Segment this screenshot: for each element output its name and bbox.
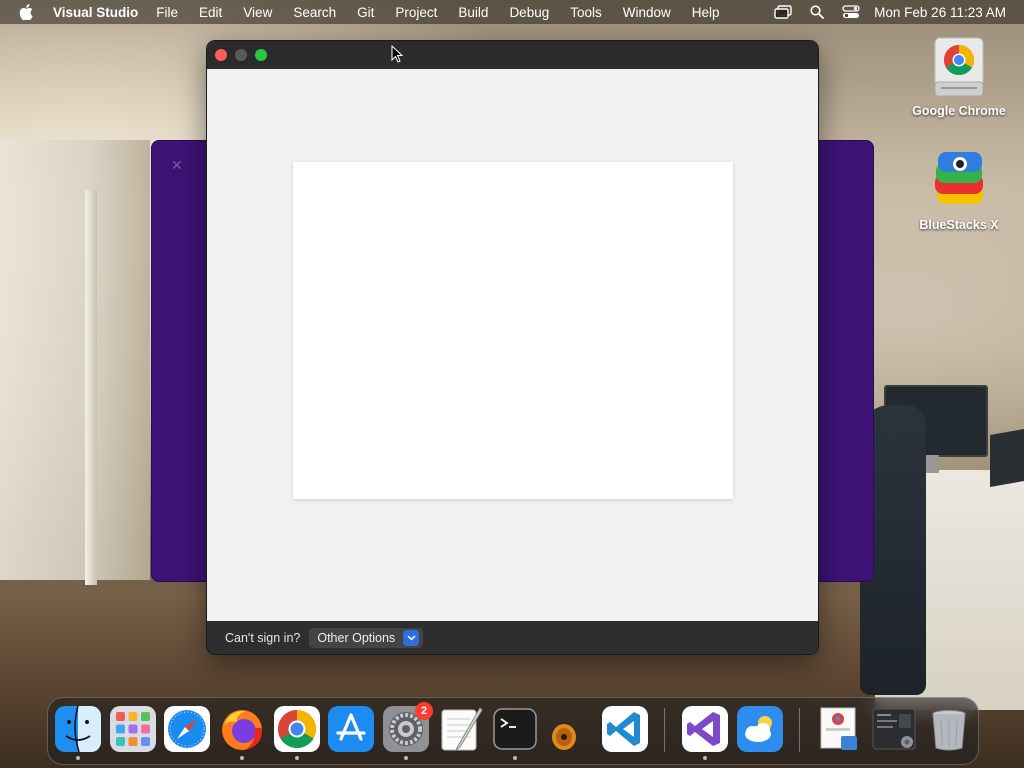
dock-downloads-stack[interactable] [817, 706, 863, 752]
menu-debug[interactable]: Debug [509, 5, 549, 20]
display-icon[interactable] [774, 5, 792, 19]
downloads-stack-icon [820, 707, 857, 750]
other-options-dropdown[interactable]: Other Options [309, 627, 424, 648]
window-close-button[interactable] [215, 49, 227, 61]
menu-app-name[interactable]: Visual Studio [53, 5, 138, 20]
chrome-drive-icon [929, 34, 989, 100]
apple-menu-icon[interactable] [19, 4, 35, 20]
chrome-icon [274, 706, 320, 752]
menu-bar-status-area: Mon Feb 26 11:23 AM [756, 0, 1006, 24]
window-content [207, 69, 818, 621]
vscode-icon [602, 706, 648, 752]
running-indicator [703, 756, 707, 760]
running-indicator [404, 756, 408, 760]
menu-search[interactable]: Search [293, 5, 336, 20]
trash-icon [932, 710, 966, 751]
dock-safari[interactable] [164, 706, 210, 752]
dock: 2 [47, 697, 979, 765]
chevron-down-icon [403, 629, 420, 646]
desktop-icon-bluestacks[interactable]: BlueStacks X [904, 148, 1014, 232]
dock-window-stack[interactable] [871, 706, 917, 752]
desktop-icon-google-chrome[interactable]: Google Chrome [904, 34, 1014, 118]
garageband-icon [552, 706, 590, 750]
wallpaper-monitor-stand [925, 455, 939, 473]
wallpaper-window-frame [85, 190, 97, 585]
menu-project[interactable]: Project [395, 5, 437, 20]
dock-system-settings[interactable]: 2 [383, 702, 433, 760]
terminal-icon [493, 708, 537, 750]
dock-google-chrome[interactable] [274, 706, 320, 760]
menu-view[interactable]: View [243, 5, 272, 20]
menu-edit[interactable]: Edit [199, 5, 222, 20]
window-minimize-button[interactable] [235, 49, 247, 61]
menu-help[interactable]: Help [692, 5, 720, 20]
safari-icon [164, 706, 210, 752]
window-footer: Can't sign in? Other Options [207, 621, 818, 654]
wallpaper-window-light [0, 140, 150, 580]
running-indicator [513, 756, 517, 760]
running-indicator [295, 756, 299, 760]
desktop-icon-label: BlueStacks X [919, 218, 999, 232]
running-indicator [76, 756, 80, 760]
desktop-icon-label: Google Chrome [912, 104, 1006, 118]
dock-separator [664, 708, 665, 752]
menu-tools[interactable]: Tools [570, 5, 602, 20]
app-store-icon [328, 706, 374, 752]
menu-bar-clock[interactable]: Mon Feb 26 11:23 AM [874, 5, 1006, 20]
mouse-cursor-icon [391, 44, 404, 63]
sign-in-panel [293, 162, 733, 499]
cant-sign-in-label: Can't sign in? [225, 630, 301, 645]
window-titlebar[interactable] [207, 41, 818, 69]
menu-git[interactable]: Git [357, 5, 374, 20]
dock-app-store[interactable] [328, 706, 374, 752]
dock-garageband[interactable] [547, 706, 593, 752]
menu-bar: Visual Studio File Edit View Search Git … [0, 0, 1024, 24]
dock-vscode[interactable] [602, 706, 648, 752]
firefox-icon [222, 710, 263, 750]
launchpad-icon [110, 706, 156, 752]
window-stack-icon [872, 708, 916, 750]
sign-in-window: Can't sign in? Other Options [206, 40, 819, 655]
wallpaper-laptop [990, 429, 1024, 487]
close-icon[interactable]: ✕ [171, 157, 183, 174]
dock-trash[interactable] [926, 706, 972, 752]
dock-textedit[interactable] [438, 706, 484, 752]
window-maximize-button[interactable] [255, 49, 267, 61]
running-indicator [240, 756, 244, 760]
other-options-label: Other Options [317, 630, 396, 645]
control-center-icon[interactable] [842, 5, 860, 19]
menu-build[interactable]: Build [458, 5, 488, 20]
dock-visual-studio[interactable] [682, 706, 728, 760]
dock-terminal[interactable] [492, 706, 538, 760]
bluestacks-icon [929, 148, 989, 214]
dock-firefox[interactable] [219, 706, 265, 760]
textedit-icon [441, 707, 483, 751]
menu-window[interactable]: Window [623, 5, 671, 20]
spotlight-search-icon[interactable] [810, 5, 825, 19]
weather-icon [737, 706, 783, 752]
dock-weather[interactable] [737, 706, 783, 752]
menu-file[interactable]: File [156, 5, 178, 20]
dock-separator [799, 708, 800, 752]
dock-launchpad[interactable] [110, 706, 156, 752]
notification-badge: 2 [415, 702, 433, 720]
dock-finder[interactable] [55, 705, 101, 760]
visual-studio-icon [682, 706, 728, 752]
finder-icon [55, 705, 101, 753]
